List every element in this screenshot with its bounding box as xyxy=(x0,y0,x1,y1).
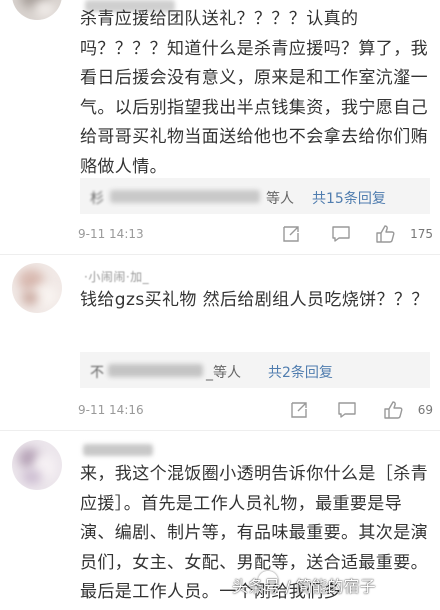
timestamp: 9-11 14:13 xyxy=(78,227,144,241)
thumbs-up-icon[interactable] xyxy=(382,399,404,421)
reply-users-blurred xyxy=(110,190,260,203)
divider xyxy=(0,254,440,255)
username[interactable]: ·小闹闹·加_ xyxy=(84,268,149,285)
reply-summary[interactable]: 不 _等人 共2条回复 xyxy=(80,352,430,388)
share-icon[interactable] xyxy=(280,223,302,245)
thumbs-up-icon[interactable] xyxy=(374,223,396,245)
reply-summary[interactable]: 杉 等人 共15条回复 xyxy=(80,178,430,214)
reply-users-blurred xyxy=(108,364,203,377)
reply-users-suffix: _等人 xyxy=(206,365,241,381)
reply-users-suffix: 等人 xyxy=(266,191,294,207)
like-count: 175 xyxy=(410,227,433,241)
comment-meta: 9-11 14:16 69 xyxy=(78,397,433,423)
comment-icon[interactable] xyxy=(330,223,352,245)
reply-count[interactable]: 共15条回复 xyxy=(312,188,386,208)
comment-text: 钱给gzs买礼物 然后给剧组人员吃烧饼？？？ xyxy=(80,290,429,310)
watermark: 头条号 / 简能的宿子 xyxy=(232,577,376,596)
comment-text: 杀青应援给团队送礼？？？？认真的吗？？？？知道什么是杀青应援吗？算了，我看日后援… xyxy=(80,9,428,177)
reply-count[interactable]: 共2条回复 xyxy=(268,362,333,382)
avatar[interactable] xyxy=(12,263,62,313)
like-count: 69 xyxy=(417,403,433,417)
divider xyxy=(0,430,440,431)
avatar[interactable] xyxy=(12,440,62,490)
reply-user-initial: 不 xyxy=(90,365,104,381)
share-icon[interactable] xyxy=(288,399,310,421)
username-blurred[interactable] xyxy=(83,444,153,456)
timestamp: 9-11 14:16 xyxy=(78,403,144,417)
comment-meta: 9-11 14:13 175 xyxy=(78,221,433,247)
comment-icon[interactable] xyxy=(336,399,358,421)
avatar[interactable] xyxy=(12,0,62,20)
reply-user-initial: 杉 xyxy=(90,191,104,207)
